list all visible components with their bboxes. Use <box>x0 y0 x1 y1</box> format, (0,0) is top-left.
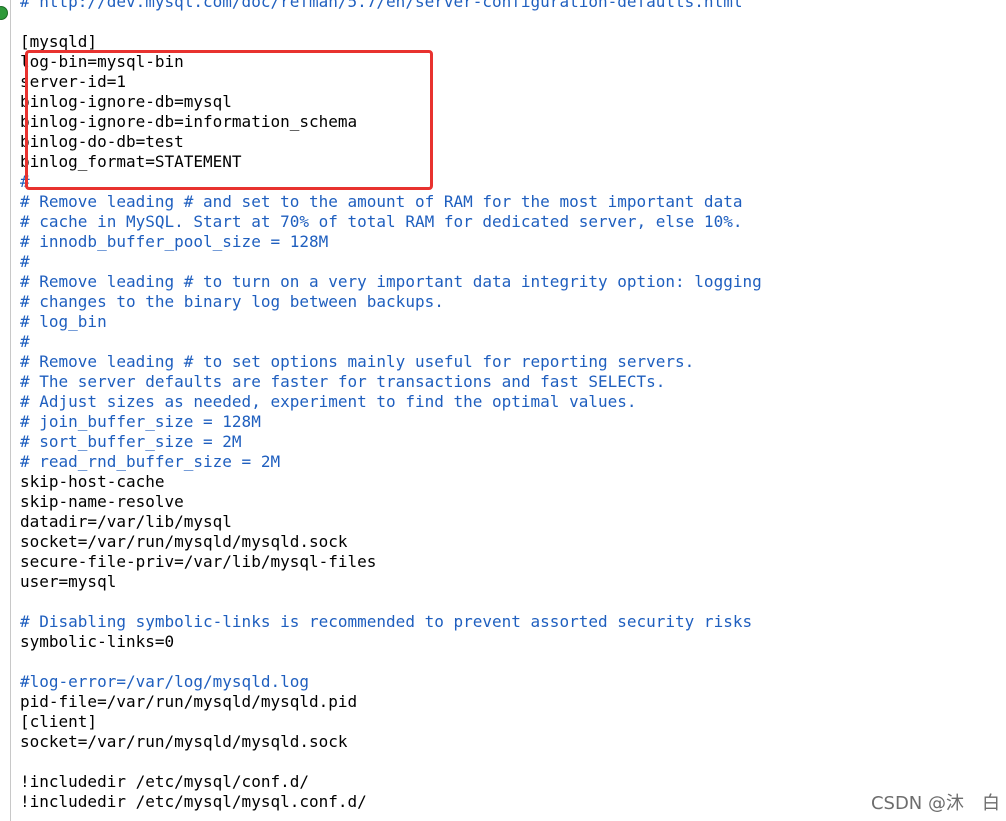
code-line: !includedir /etc/mysql/conf.d/ <box>20 772 309 791</box>
code-line: datadir=/var/lib/mysql <box>20 512 232 531</box>
code-line: # join_buffer_size = 128M <box>20 412 261 431</box>
terminal-editor[interactable]: # http://dev.mysql.com/doc/refman/5.7/en… <box>12 0 1006 821</box>
code-line: # <box>20 332 30 351</box>
code-line: binlog-do-db=test <box>20 132 184 151</box>
code-line: # Adjust sizes as needed, experiment to … <box>20 392 637 411</box>
code-line: #log-error=/var/log/mysqld.log <box>20 672 309 691</box>
code-line: # http://dev.mysql.com/doc/refman/5.7/en… <box>20 0 743 11</box>
code-line: skip-host-cache <box>20 472 165 491</box>
code-line: socket=/var/run/mysqld/mysqld.sock <box>20 732 348 751</box>
code-line: # <box>20 172 30 191</box>
code-line: # changes to the binary log between back… <box>20 292 444 311</box>
screenshot-canvas: # http://dev.mysql.com/doc/refman/5.7/en… <box>0 0 1006 821</box>
code-line: [mysqld] <box>20 32 98 51</box>
code-line: binlog-ignore-db=information_schema <box>20 112 358 131</box>
code-line: # Remove leading # and set to the amount… <box>20 192 743 211</box>
code-line: [client] <box>20 712 98 731</box>
code-line: # The server defaults are faster for tra… <box>20 372 666 391</box>
window-edge <box>0 0 11 821</box>
code-line: skip-name-resolve <box>20 492 184 511</box>
code-line: socket=/var/run/mysqld/mysqld.sock <box>20 532 348 551</box>
code-line: user=mysql <box>20 572 117 591</box>
code-line: binlog-ignore-db=mysql <box>20 92 232 111</box>
code-line: log-bin=mysql-bin <box>20 52 184 71</box>
code-line: pid-file=/var/run/mysqld/mysqld.pid <box>20 692 358 711</box>
code-line: !includedir /etc/mysql/mysql.conf.d/ <box>20 792 367 811</box>
code-line: # Remove leading # to turn on a very imp… <box>20 272 762 291</box>
code-line: secure-file-priv=/var/lib/mysql-files <box>20 552 377 571</box>
code-line: server-id=1 <box>20 72 126 91</box>
code-line: # Disabling symbolic-links is recommende… <box>20 612 753 631</box>
code-line: # log_bin <box>20 312 107 331</box>
watermark: CSDN @沐 白 <box>870 793 1000 814</box>
code-line: # cache in MySQL. Start at 70% of total … <box>20 212 743 231</box>
code-line: # innodb_buffer_pool_size = 128M <box>20 232 329 251</box>
code-line: binlog_format=STATEMENT <box>20 152 242 171</box>
code-line: # Remove leading # to set options mainly… <box>20 352 695 371</box>
code-line: # read_rnd_buffer_size = 2M <box>20 452 281 471</box>
code-line: # <box>20 252 30 271</box>
code-line: # sort_buffer_size = 2M <box>20 432 242 451</box>
config-file-content[interactable]: # http://dev.mysql.com/doc/refman/5.7/en… <box>20 0 762 812</box>
green-status-dot-icon <box>0 6 8 20</box>
code-line: symbolic-links=0 <box>20 632 175 651</box>
